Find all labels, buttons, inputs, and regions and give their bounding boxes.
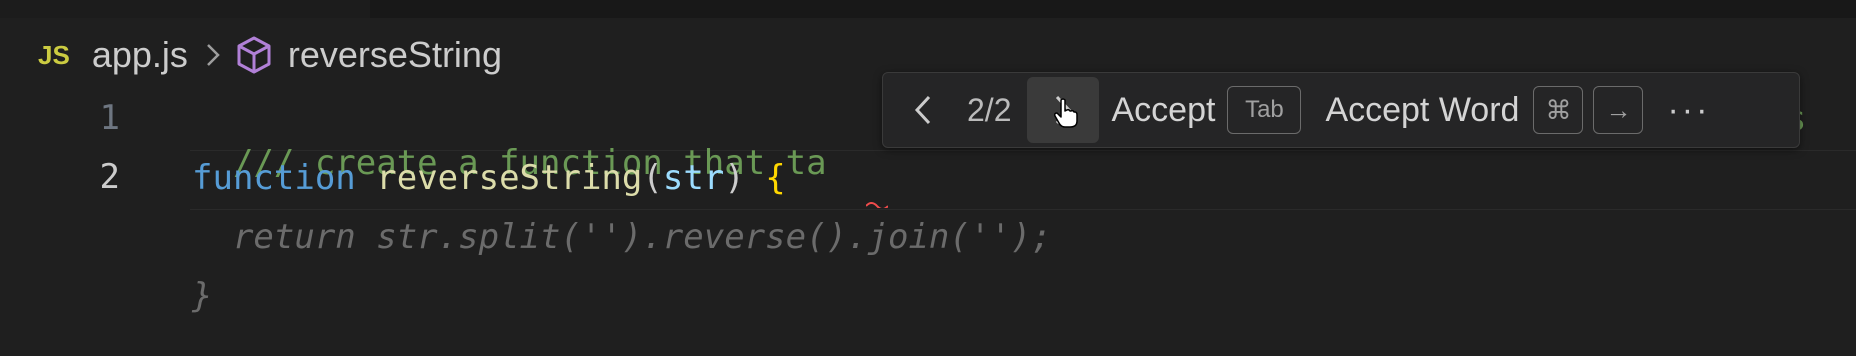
function-name: reverseString <box>376 158 643 198</box>
chevron-left-icon <box>914 95 931 125</box>
chevron-right-icon <box>204 41 222 69</box>
breadcrumb-file[interactable]: app.js <box>92 34 188 76</box>
accept-button[interactable]: Accept <box>1111 91 1215 130</box>
line-number-2: 2 <box>99 157 120 197</box>
line-number-1: 1 <box>99 98 120 138</box>
right-arrow-key-icon: → <box>1593 86 1644 134</box>
tab-bar <box>0 0 1856 18</box>
js-file-icon: JS <box>38 39 70 70</box>
previous-suggestion-button[interactable] <box>897 80 949 140</box>
close-paren: ) <box>724 158 745 198</box>
error-squiggle <box>866 202 888 208</box>
parameter: str <box>662 158 725 198</box>
accept-word-button[interactable]: Accept Word <box>1325 91 1519 130</box>
next-suggestion-button[interactable] <box>1027 77 1100 143</box>
accept-keybinding: Tab <box>1227 86 1302 134</box>
code-line-2[interactable]: function reverseString(str) { <box>192 156 786 200</box>
symbol-method-icon <box>234 35 274 75</box>
hand-cursor-icon <box>1054 98 1079 128</box>
breadcrumb: JS app.js reverseString <box>38 30 502 80</box>
keyword-function: function <box>192 158 356 198</box>
open-brace: { <box>765 158 786 198</box>
breadcrumb-symbol[interactable]: reverseString <box>288 34 502 76</box>
inline-suggestion-toolbar: 2/2 Accept Tab Accept Word ⌘ → ··· <box>882 72 1800 148</box>
ghost-suggestion-line-2: } <box>192 276 213 316</box>
suggestion-counter: 2/2 <box>967 91 1012 128</box>
command-key-icon: ⌘ <box>1533 86 1584 134</box>
ellipsis-icon[interactable]: ··· <box>1667 91 1710 130</box>
ghost-suggestion-line-1: return str.split('').reverse().join(''); <box>192 217 1052 257</box>
open-paren: ( <box>642 158 663 198</box>
tab-active-segment[interactable] <box>0 0 370 18</box>
